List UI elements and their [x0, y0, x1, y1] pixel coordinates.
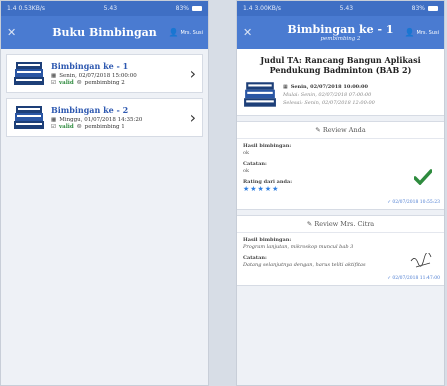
item-title: Bimbingan ke - 2: [51, 105, 129, 115]
network-speed: 1.4 3.00KB/s: [243, 5, 282, 12]
catatan-value: Datang selanjutnya dengan, harus teliti …: [243, 262, 366, 268]
checklist-icon: ☑: [51, 124, 56, 130]
battery-percent: 83%: [175, 5, 189, 12]
battery-icon: [428, 6, 438, 11]
hasil-label: Hasil bimbingan:: [243, 143, 292, 149]
item-date: Senin, 02/07/2018 15:00:00: [59, 73, 137, 79]
catatan-value: ok: [243, 168, 250, 174]
bimbingan-date: Senin, 02/07/2018 10:00:00: [290, 84, 368, 90]
edit-icon: ✎: [306, 220, 313, 228]
judul-ta: Judul TA: Rancang Bangun Aplikasi Penduk…: [260, 55, 421, 75]
user-menu[interactable]: 👤 Mrs. Susi: [405, 28, 439, 37]
section-title: Review Anda: [322, 126, 366, 134]
bimbingan-item-2[interactable]: Bimbingan ke - 2 ▦ Minggu, 01/07/2018 14:…: [6, 98, 203, 137]
catatan-label: Catatan:: [243, 161, 267, 167]
buku-bimbingan-screen: 1.4 0.53KB/s 5.43 83% ✕ Buku Bimbingan 👤…: [0, 0, 209, 386]
status-bar: 1.4 0.53KB/s 5.43 83%: [1, 1, 208, 16]
edit-icon: ✎: [315, 126, 321, 134]
app-bar: ✕ Bimbingan ke - 1 pembimbing 2 👤 Mrs. S…: [237, 16, 444, 49]
rating-stars: ★★★★★: [243, 185, 280, 193]
hasil-value: ok: [243, 150, 250, 156]
selesai-time: Selesai: Senin, 02/07/2018 12:00:00: [283, 100, 375, 106]
status-badge: valid: [58, 124, 74, 130]
review-timestamp: ✓ 02/07/2018 10:55:23: [387, 200, 440, 205]
judul-panel: Judul TA: Rancang Bangun Aplikasi Penduk…: [237, 49, 444, 116]
books-icon: [14, 61, 44, 85]
checklist-icon: ☑: [51, 80, 56, 86]
item-title: Bimbingan ke - 1: [51, 61, 129, 71]
hasil-label: Hasil bimbingan:: [243, 237, 292, 243]
calendar-icon: ▦: [51, 117, 57, 123]
review-mrs-section: ✎ Review Mrs. Citra Hasil bimbingan: Pro…: [237, 215, 444, 286]
clock: 5.43: [103, 5, 118, 12]
user-name: Mrs. Susi: [416, 29, 440, 36]
network-speed: 1.4 0.53KB/s: [7, 5, 46, 12]
hasil-value: Program lanjutan, mikroskop muncul bab 3: [243, 244, 354, 250]
user-name: Mrs. Susi: [180, 29, 204, 36]
battery-icon: [192, 6, 202, 11]
books-icon: [244, 82, 276, 107]
pembimbing-label: pembimbing 1: [84, 124, 125, 130]
calendar-icon: ▦: [283, 84, 288, 90]
clock: 5.43: [339, 5, 354, 12]
section-title: Review Mrs. Citra: [314, 220, 375, 228]
signature-icon: [410, 253, 432, 268]
checkmark-icon: [414, 169, 432, 185]
person-icon: ☺: [76, 80, 82, 86]
user-menu[interactable]: 👤 Mrs. Susi: [169, 28, 203, 37]
review-anda-section: ✎ Review Anda Hasil bimbingan: ok Catata…: [237, 121, 444, 210]
item-date: Minggu, 01/07/2018 14:35:20: [59, 117, 143, 123]
user-icon: 👤: [404, 28, 415, 37]
review-timestamp: ✓ 02/07/2018 11:47:00: [387, 276, 440, 281]
mulai-time: Mulai: Senin, 02/07/2018 07:00:00: [283, 92, 372, 98]
books-icon: [14, 105, 44, 129]
pembimbing-label: pembimbing 2: [84, 80, 125, 86]
catatan-label: Catatan:: [243, 255, 267, 261]
app-bar: ✕ Buku Bimbingan 👤 Mrs. Susi: [1, 16, 208, 49]
battery-percent: 83%: [411, 5, 425, 12]
calendar-icon: ▦: [51, 73, 57, 79]
bimbingan-item-1[interactable]: Bimbingan ke - 1 ▦ Senin, 02/07/2018 15:0…: [6, 54, 203, 93]
bimbingan-detail-screen: 1.4 3.00KB/s 5.43 83% ✕ Bimbingan ke - 1…: [236, 0, 445, 386]
status-bar: 1.4 3.00KB/s 5.43 83%: [237, 1, 444, 16]
chevron-right-icon[interactable]: ›: [190, 108, 196, 127]
chevron-right-icon[interactable]: ›: [190, 64, 196, 83]
user-icon: 👤: [168, 28, 179, 37]
status-badge: valid: [58, 80, 74, 86]
person-icon: ☺: [76, 124, 82, 130]
